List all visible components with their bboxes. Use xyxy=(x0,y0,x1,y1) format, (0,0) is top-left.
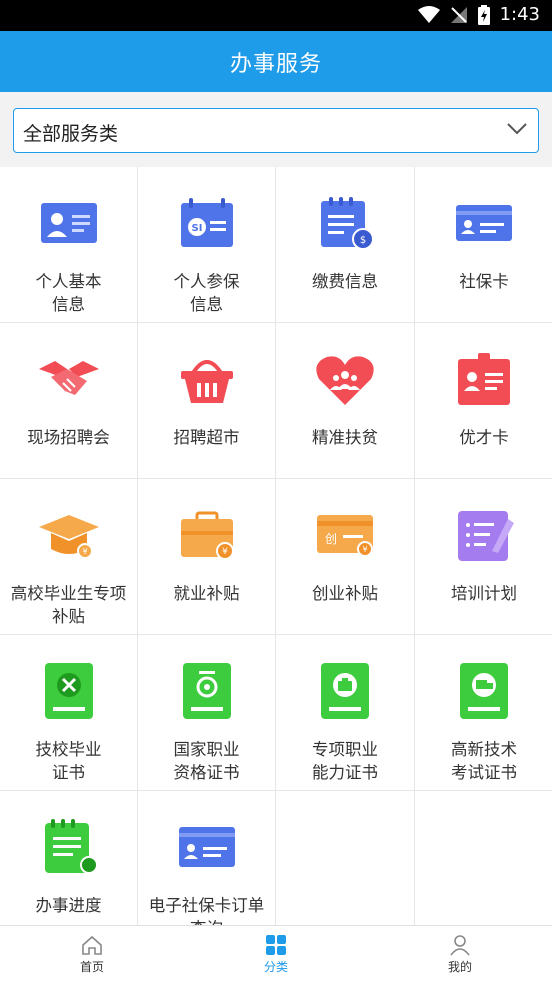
service-category-value: 全部服务类 xyxy=(23,123,119,145)
service-label: 高新技术 考试证书 xyxy=(451,740,517,782)
bag-certificate-icon xyxy=(321,663,369,719)
service-item-special-ability-certificate[interactable]: 专项职业 能力证书 xyxy=(276,635,414,790)
tab-mine[interactable]: 我的 xyxy=(368,926,552,981)
medal-certificate-icon xyxy=(182,663,231,719)
tools-certificate-icon xyxy=(44,663,93,719)
bottom-tab-bar: 首页 分类 我的 xyxy=(0,925,552,981)
id-card-icon xyxy=(40,203,97,243)
talent-card-icon xyxy=(458,353,510,405)
service-item-national-qualification-certificate[interactable]: 国家职业 资格证书 xyxy=(138,635,275,790)
handshake-icon xyxy=(38,361,99,395)
status-icons: 1:43 xyxy=(417,4,540,25)
service-item-hightech-exam-certificate[interactable]: 高新技术 考试证书 xyxy=(415,635,552,790)
svg-text:¥: ¥ xyxy=(222,547,228,557)
service-label: 现场招聘会 xyxy=(27,428,110,447)
wifi-icon xyxy=(417,5,440,23)
payment-doc-icon: $ xyxy=(321,197,374,250)
service-label: 社保卡 xyxy=(459,272,509,291)
service-label: 优才卡 xyxy=(459,428,509,447)
home-icon xyxy=(82,935,102,955)
service-item-payment-info[interactable]: $ 缴费信息 xyxy=(276,167,414,322)
e-social-card-icon xyxy=(178,827,235,867)
service-label: 个人基本 信息 xyxy=(35,272,102,314)
service-item-training-plan[interactable]: 培训计划 xyxy=(415,479,552,634)
tab-category[interactable]: 分类 xyxy=(184,926,368,981)
service-label: 专项职业 能力证书 xyxy=(312,740,378,782)
service-item-progress[interactable]: 办事进度 xyxy=(0,791,137,925)
service-label: 个人参保 信息 xyxy=(173,272,240,314)
tab-label: 分类 xyxy=(263,960,288,974)
service-label: 就业补贴 xyxy=(173,584,240,603)
service-label: 高校毕业生专项 补贴 xyxy=(10,584,127,626)
service-item-recruit-market[interactable]: 招聘超市 xyxy=(138,323,275,478)
empty-cell xyxy=(415,791,552,925)
filter-area: 全部服务类 xyxy=(0,92,552,167)
app-header: 办事服务 xyxy=(0,31,552,92)
status-bar: 1:43 xyxy=(0,0,552,31)
service-label: 精准扶贫 xyxy=(312,428,378,447)
service-item-poverty-relief[interactable]: 精准扶贫 xyxy=(276,323,414,478)
service-label: 培训计划 xyxy=(451,584,517,603)
startup-card-icon: 创 ¥ xyxy=(317,515,373,557)
no-signal-icon xyxy=(450,6,467,23)
svg-text:¥: ¥ xyxy=(82,547,87,556)
service-label: 缴费信息 xyxy=(312,272,378,291)
service-label: 电子社保卡订单 查询 xyxy=(148,896,265,925)
service-item-social-card[interactable]: 社保卡 xyxy=(415,167,552,322)
svg-text:SI: SI xyxy=(191,223,202,234)
social-card-icon xyxy=(456,205,512,241)
training-plan-icon xyxy=(458,511,514,561)
service-category-select[interactable]: 全部服务类 xyxy=(13,108,539,153)
heart-people-icon xyxy=(316,356,374,405)
service-item-startup-subsidy[interactable]: 创 ¥ 创业补贴 xyxy=(276,479,414,634)
battery-icon xyxy=(477,4,490,25)
truck-certificate-icon xyxy=(460,663,508,719)
service-item-e-social-card-order[interactable]: 电子社保卡订单 查询 xyxy=(138,791,275,925)
insurance-calendar-icon: SI xyxy=(180,198,233,247)
chevron-down-icon xyxy=(507,123,527,135)
service-item-employment-subsidy[interactable]: ¥ 就业补贴 xyxy=(138,479,275,634)
status-time: 1:43 xyxy=(499,4,540,25)
service-item-personal-info[interactable]: 个人基本 信息 xyxy=(0,167,137,322)
tab-home[interactable]: 首页 xyxy=(0,926,184,981)
service-item-job-fair[interactable]: 现场招聘会 xyxy=(0,323,137,478)
empty-cell xyxy=(276,791,414,925)
basket-icon xyxy=(180,360,233,403)
briefcase-icon: ¥ xyxy=(180,511,234,560)
progress-clipboard-icon xyxy=(44,819,98,874)
service-item-graduate-subsidy[interactable]: ¥ 高校毕业生专项 补贴 xyxy=(0,479,137,634)
service-label: 技校毕业 证书 xyxy=(35,740,102,782)
tab-label: 首页 xyxy=(79,960,104,974)
user-icon xyxy=(450,935,470,956)
service-item-talent-card[interactable]: 优才卡 xyxy=(415,323,552,478)
svg-text:¥: ¥ xyxy=(362,545,367,554)
page-title: 办事服务 xyxy=(229,51,322,77)
tab-label: 我的 xyxy=(447,960,472,974)
service-label: 办事进度 xyxy=(35,896,102,915)
service-grid: 个人基本 信息 SI 个人参保 信息 $ 缴费信息 社保卡 现场招聘会 招聘超市… xyxy=(0,167,552,925)
service-item-technical-school-certificate[interactable]: 技校毕业 证书 xyxy=(0,635,137,790)
graduation-cap-icon: ¥ xyxy=(38,515,99,559)
service-label: 国家职业 资格证书 xyxy=(173,740,240,782)
svg-text:创: 创 xyxy=(325,532,337,546)
svg-text:$: $ xyxy=(360,235,366,246)
service-label: 招聘超市 xyxy=(173,428,240,447)
service-item-insurance-info[interactable]: SI 个人参保 信息 xyxy=(138,167,275,322)
service-label: 创业补贴 xyxy=(312,584,378,603)
category-icon xyxy=(266,935,286,955)
